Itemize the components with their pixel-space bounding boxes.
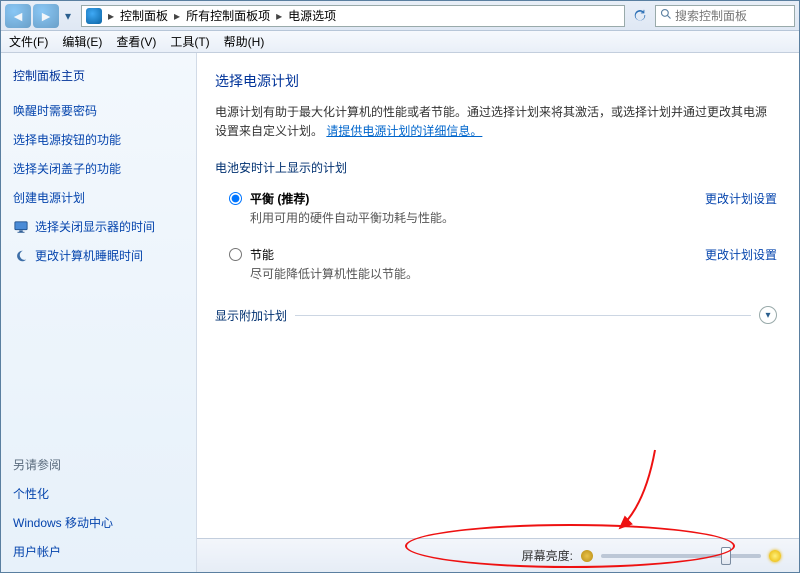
- sidebar-link-power-button[interactable]: 选择电源按钮的功能: [13, 131, 184, 148]
- chevron-right-icon[interactable]: ▸: [104, 9, 118, 23]
- details-link[interactable]: 请提供电源计划的详细信息。: [326, 124, 482, 138]
- change-plan-settings-link[interactable]: 更改计划设置: [705, 190, 777, 207]
- nav-history-dropdown[interactable]: ▾: [61, 4, 75, 28]
- menu-bar: 文件(F) 编辑(E) 查看(V) 工具(T) 帮助(H): [1, 31, 799, 53]
- sidebar-link-sleep-time[interactable]: 更改计算机睡眠时间: [13, 247, 184, 264]
- sidebar-item-label: 更改计算机睡眠时间: [35, 247, 143, 264]
- sidebar-link-create-plan[interactable]: 创建电源计划: [13, 189, 184, 206]
- additional-plans-label: 显示附加计划: [215, 307, 287, 324]
- sidebar-home-link[interactable]: 控制面板主页: [13, 67, 184, 84]
- divider: [295, 315, 751, 316]
- breadcrumb-segment[interactable]: 所有控制面板项: [184, 5, 272, 26]
- plan-row-saver: 节能 尽可能降低计算机性能以节能。 更改计划设置: [215, 240, 777, 284]
- additional-plans-row: 显示附加计划 ▾: [215, 306, 777, 324]
- page-title: 选择电源计划: [215, 71, 777, 91]
- main-panel: 选择电源计划 电源计划有助于最大化计算机的性能或者节能。通过选择计划来将其激活，…: [197, 53, 799, 572]
- menu-help[interactable]: 帮助(H): [222, 32, 267, 51]
- sidebar-item-label: 选择关闭盖子的功能: [13, 160, 121, 177]
- chevron-right-icon[interactable]: ▸: [170, 9, 184, 23]
- expand-plans-button[interactable]: ▾: [759, 306, 777, 324]
- sidebar-item-label: 选择关闭显示器的时间: [35, 218, 155, 235]
- see-also-heading: 另请参阅: [13, 456, 184, 473]
- monitor-icon: [13, 219, 29, 235]
- sidebar-link-display-off[interactable]: 选择关闭显示器的时间: [13, 218, 184, 235]
- search-input[interactable]: 搜索控制面板: [655, 5, 795, 27]
- sidebar-item-label: 创建电源计划: [13, 189, 85, 206]
- sidebar-link-close-lid[interactable]: 选择关闭盖子的功能: [13, 160, 184, 177]
- change-plan-settings-link[interactable]: 更改计划设置: [705, 246, 777, 263]
- search-placeholder: 搜索控制面板: [675, 7, 747, 24]
- menu-tools[interactable]: 工具(T): [168, 32, 211, 51]
- sidebar-item-label: 唤醒时需要密码: [13, 102, 97, 119]
- plan-desc: 尽可能降低计算机性能以节能。: [250, 265, 695, 282]
- refresh-button[interactable]: [629, 6, 651, 26]
- plan-desc: 利用可用的硬件自动平衡功耗与性能。: [250, 209, 695, 226]
- back-button[interactable]: ◄: [5, 4, 31, 28]
- brightness-slider[interactable]: [601, 554, 761, 558]
- moon-icon: [13, 248, 29, 264]
- brightness-label: 屏幕亮度:: [522, 547, 573, 564]
- plan-group-label: 电池安时计上显示的计划: [215, 159, 777, 176]
- see-also-personalization[interactable]: 个性化: [13, 485, 184, 502]
- see-also-mobility-center[interactable]: Windows 移动中心: [13, 514, 184, 531]
- menu-file[interactable]: 文件(F): [7, 32, 50, 51]
- control-panel-icon: [86, 8, 102, 24]
- chevron-down-icon: ▾: [765, 310, 770, 321]
- brightness-low-icon: [581, 550, 593, 562]
- page-description: 电源计划有助于最大化计算机的性能或者节能。通过选择计划来将其激活，或选择计划并通…: [215, 103, 777, 141]
- see-also-user-accounts[interactable]: 用户帐户: [13, 543, 184, 560]
- plan-radio-balanced[interactable]: [229, 192, 242, 205]
- plan-radio-saver[interactable]: [229, 248, 242, 261]
- search-icon: [660, 8, 672, 23]
- breadcrumb-segment[interactable]: 电源选项: [286, 5, 338, 26]
- sidebar-item-label: 选择电源按钮的功能: [13, 131, 121, 148]
- plan-name: 平衡 (推荐): [250, 190, 695, 207]
- sidebar-link-wake-password[interactable]: 唤醒时需要密码: [13, 102, 184, 119]
- chevron-right-icon[interactable]: ▸: [272, 9, 286, 23]
- menu-view[interactable]: 查看(V): [114, 32, 158, 51]
- plan-name: 节能: [250, 246, 695, 263]
- breadcrumb-segment[interactable]: 控制面板: [118, 5, 170, 26]
- brightness-bar: 屏幕亮度:: [197, 538, 799, 572]
- forward-button[interactable]: ►: [33, 4, 59, 28]
- brightness-high-icon: [769, 550, 781, 562]
- breadcrumb[interactable]: ▸ 控制面板 ▸ 所有控制面板项 ▸ 电源选项: [81, 5, 625, 27]
- address-bar: ◄ ► ▾ ▸ 控制面板 ▸ 所有控制面板项 ▸ 电源选项 搜索控制面板: [1, 1, 799, 31]
- plan-row-balanced: 平衡 (推荐) 利用可用的硬件自动平衡功耗与性能。 更改计划设置: [215, 184, 777, 228]
- menu-edit[interactable]: 编辑(E): [60, 32, 104, 51]
- sidebar: 控制面板主页 唤醒时需要密码 选择电源按钮的功能 选择关闭盖子的功能 创建电源计…: [1, 53, 197, 572]
